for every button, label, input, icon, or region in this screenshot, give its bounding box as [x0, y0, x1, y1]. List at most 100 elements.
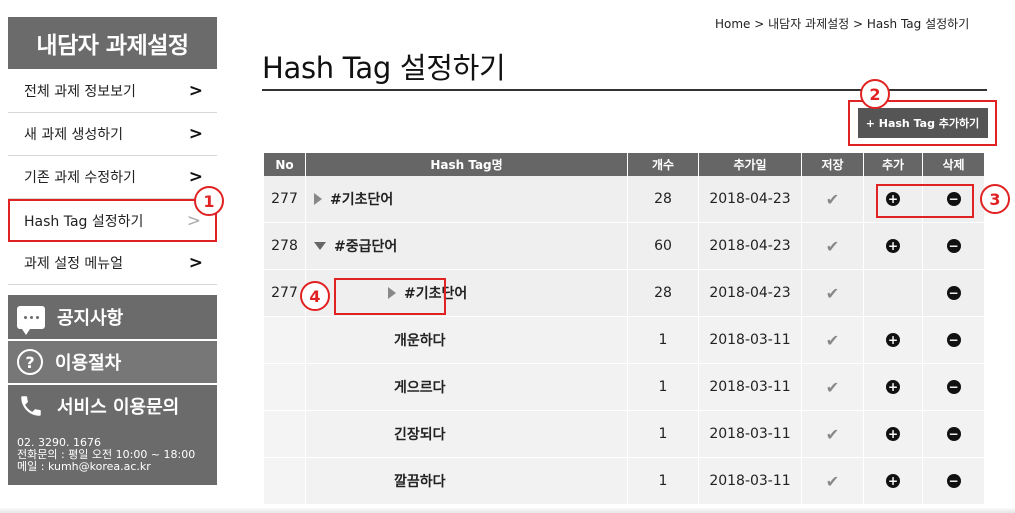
row-tag: 개운하다 [394, 333, 446, 349]
save-check[interactable]: ✔ [802, 223, 864, 269]
row-no [264, 411, 306, 457]
minus-circle-icon[interactable]: − [946, 239, 961, 253]
check-icon: ✔ [825, 236, 840, 256]
row-tag: 게으르다 [394, 380, 446, 396]
row-date: 2018-03-11 [699, 364, 802, 410]
plus-circle-icon[interactable]: + [886, 474, 900, 488]
row-count: 1 [628, 364, 699, 410]
table-row: 게으르다 1 2018-03-11 ✔ + − [264, 364, 985, 411]
header-date: 추가일 [699, 153, 802, 176]
sidebar-info-box: 공지사항 ? 이용절차 서비스 이용문의 02. 3290. 1676 전화문의… [8, 295, 217, 485]
contact-email: 메일 : kumh@korea.ac.kr [17, 460, 151, 473]
caret-right-icon [314, 193, 322, 205]
plus-circle-icon[interactable]: + [886, 380, 900, 394]
delete-cell: − [923, 364, 985, 410]
chevron-right-icon: > [186, 210, 201, 231]
chevron-right-icon: > [188, 124, 203, 144]
header-no: No [264, 153, 306, 176]
row-tag: 긴장되다 [394, 427, 446, 443]
inquiry-label: 서비스 이용문의 [57, 397, 180, 418]
check-icon: ✔ [825, 424, 840, 444]
sidebar-title: 내담자 과제설정 [8, 17, 217, 69]
check-icon: ✔ [825, 471, 840, 491]
add-cell: + [864, 411, 923, 457]
minus-circle-icon[interactable]: − [946, 286, 961, 300]
nested-tag-highlight [334, 278, 446, 315]
row-tag-cell: 게으르다 [306, 364, 628, 410]
save-check[interactable]: ✔ [802, 317, 864, 363]
row-tag: #중급단어 [334, 239, 398, 255]
table-row: 깔끔하다 1 2018-03-11 ✔ + − [264, 458, 985, 505]
sidebar-item-manual[interactable]: 과제 설정 메뉴얼 > [8, 242, 217, 285]
minus-circle-icon[interactable]: − [946, 380, 961, 394]
header-tag: Hash Tag명 [306, 153, 628, 176]
plus-circle-icon[interactable]: + [886, 333, 900, 347]
minus-circle-icon[interactable]: − [946, 333, 961, 347]
sidebar-item-new-task[interactable]: 새 과제 생성하기 > [8, 113, 217, 156]
header-count: 개수 [628, 153, 699, 176]
sidebar-item-label: 전체 과제 정보보기 [24, 84, 136, 100]
save-check[interactable]: ✔ [802, 458, 864, 504]
delete-cell: − [923, 458, 985, 504]
row-tag-cell: 깔끔하다 [306, 458, 628, 504]
row-date: 2018-03-11 [699, 411, 802, 457]
header-save: 저장 [802, 153, 864, 176]
sidebar-item-label: 과제 설정 메뉴얼 [24, 256, 124, 272]
delete-cell: − [923, 223, 985, 269]
sidebar-menu: 전체 과제 정보보기 > 새 과제 생성하기 > 기존 과제 수정하기 > Ha… [8, 70, 217, 285]
delete-cell: − [923, 317, 985, 363]
caret-down-icon [314, 242, 326, 250]
row-tag-cell: #중급단어 [306, 223, 628, 269]
plus-circle-icon[interactable]: + [886, 427, 900, 441]
notice-label: 공지사항 [57, 308, 124, 329]
row-date: 2018-04-23 [699, 176, 802, 222]
question-icon: ? [17, 349, 43, 375]
sidebar-item-edit-task[interactable]: 기존 과제 수정하기 > [8, 156, 217, 199]
annotation-badge-1: 1 [194, 186, 224, 216]
add-hashtag-button[interactable]: + Hash Tag 추가하기 [857, 108, 988, 138]
add-cell: + [864, 317, 923, 363]
speech-bubble-icon [17, 305, 45, 335]
row-tag: #기초단어 [330, 192, 394, 208]
hashtag-expander[interactable]: #중급단어 [314, 236, 397, 256]
check-icon: ✔ [825, 377, 840, 397]
minus-circle-icon[interactable]: − [946, 427, 961, 441]
annotation-badge-2: 2 [860, 79, 890, 109]
row-tag-cell: 개운하다 [306, 317, 628, 363]
chevron-right-icon: > [188, 253, 203, 273]
row-tag-cell: #기초단어 [306, 176, 628, 222]
save-check[interactable]: ✔ [802, 364, 864, 410]
plus-circle-icon[interactable]: + [886, 239, 900, 253]
table-row: 278 #중급단어 60 2018-04-23 ✔ + − [264, 223, 985, 270]
sidebar-item-hashtag[interactable]: Hash Tag 설정하기 > [8, 199, 217, 242]
delete-cell: − [923, 411, 985, 457]
hashtag-expander[interactable]: #기초단어 [314, 189, 393, 209]
table-row: 긴장되다 1 2018-03-11 ✔ + − [264, 411, 985, 458]
annotation-badge-4: 4 [300, 281, 330, 311]
add-cell: + [864, 364, 923, 410]
minus-circle-icon[interactable]: − [946, 474, 961, 488]
page-title: Hash Tag 설정하기 [262, 51, 506, 85]
save-check[interactable]: ✔ [802, 411, 864, 457]
add-cell: + [864, 458, 923, 504]
row-date: 2018-04-23 [699, 270, 802, 316]
procedure-link[interactable]: ? 이용절차 [8, 339, 217, 383]
header-add: 추가 [864, 153, 923, 176]
header-delete: 삭제 [923, 153, 985, 176]
breadcrumb: Home > 내담자 과제설정 > Hash Tag 설정하기 [715, 17, 970, 31]
check-icon: ✔ [825, 189, 840, 209]
check-icon: ✔ [825, 283, 840, 303]
sidebar: 내담자 과제설정 전체 과제 정보보기 > 새 과제 생성하기 > 기존 과제 … [8, 17, 217, 485]
row-no [264, 458, 306, 504]
save-check[interactable]: ✔ [802, 270, 864, 316]
notice-link[interactable]: 공지사항 [8, 295, 217, 339]
row-tag-cell: 긴장되다 [306, 411, 628, 457]
save-check[interactable]: ✔ [802, 176, 864, 222]
inquiry-link[interactable]: 서비스 이용문의 [8, 383, 217, 427]
sidebar-item-all-tasks[interactable]: 전체 과제 정보보기 > [8, 70, 217, 113]
row-tag: 깔끔하다 [394, 474, 446, 490]
delete-cell: − [923, 270, 985, 316]
row-count: 60 [628, 223, 699, 269]
contact-info: 02. 3290. 1676 전화문의 : 평일 오전 10:00 ~ 18:0… [8, 427, 217, 485]
row-count: 1 [628, 317, 699, 363]
